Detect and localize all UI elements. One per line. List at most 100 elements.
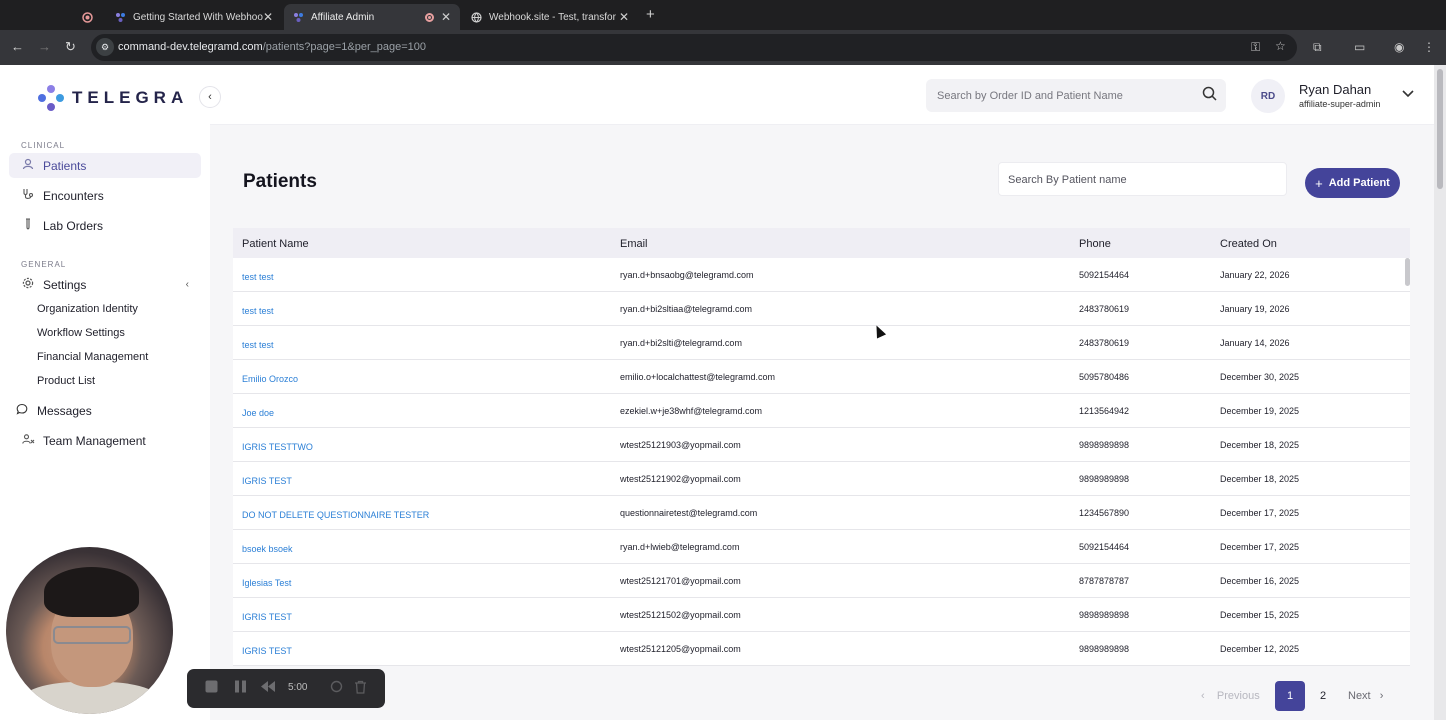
reload-icon[interactable]: ↻ [65, 39, 76, 55]
patient-name-link[interactable]: Iglesias Test [242, 578, 291, 588]
page-scrollbar[interactable] [1434, 65, 1446, 720]
patient-phone: 9898989898 [1079, 474, 1130, 484]
patient-email: wtest25121205@yopmail.com [620, 644, 741, 654]
url-host: command-dev.telegramd.com [118, 41, 263, 53]
page-2-button[interactable]: 2 [1308, 681, 1338, 711]
column-header-patient-name[interactable]: Patient Name [242, 238, 309, 250]
sidebar-item-team-management[interactable]: Team Management [9, 428, 201, 453]
previous-page-button[interactable]: ‹ Previous [1201, 690, 1260, 702]
table-row[interactable]: Joe doe ezekiel.w+je38whf@telegramd.com 12… [233, 394, 1410, 428]
restart-icon[interactable] [330, 680, 343, 696]
close-tab-icon[interactable]: ✕ [441, 10, 451, 24]
column-header-phone[interactable]: Phone [1079, 238, 1111, 250]
sidebar-item-settings[interactable]: Settings ‹ [9, 272, 201, 297]
table-row[interactable]: test test ryan.d+bi2sltiaa@telegramd.com 2… [233, 292, 1410, 326]
table-row[interactable]: test test ryan.d+bi2slti@telegramd.com 248… [233, 326, 1410, 360]
url-path: /patients?page=1&per_page=100 [262, 41, 427, 53]
page-1-button[interactable]: 1 [1275, 681, 1305, 711]
avatar[interactable]: RD [1251, 79, 1285, 113]
patient-name-link[interactable]: test test [242, 272, 274, 282]
browser-tab-webhook-site[interactable]: Webhook.site - Test, transfor ✕ [462, 4, 638, 30]
search-icon[interactable] [1202, 86, 1217, 104]
table-row[interactable]: Iglesias Test wtest25121701@yopmail.com 87… [233, 564, 1410, 598]
sidebar-collapse-button[interactable]: ‹ [199, 86, 221, 108]
add-patient-button[interactable]: + Add Patient [1305, 168, 1400, 198]
sidebar-item-lab-orders[interactable]: Lab Orders [9, 213, 201, 238]
column-header-created-on[interactable]: Created On [1220, 238, 1277, 250]
patient-created-on: December 17, 2025 [1220, 508, 1300, 518]
patient-phone: 2483780619 [1079, 304, 1130, 314]
patient-phone: 9898989898 [1079, 440, 1130, 450]
table-row[interactable]: bsoek bsoek ryan.d+lwieb@telegramd.com 509… [233, 530, 1410, 564]
patient-created-on: December 16, 2025 [1220, 576, 1300, 586]
new-tab-icon[interactable]: + [646, 6, 655, 23]
patient-name-link[interactable]: test test [242, 340, 274, 350]
patient-name-link[interactable]: bsoek bsoek [242, 544, 293, 554]
browser-menu-icon[interactable]: ⋮ [1423, 40, 1435, 54]
close-tab-icon[interactable]: ✕ [619, 10, 629, 24]
patient-name-link[interactable]: IGRIS TEST [242, 612, 292, 622]
table-row[interactable]: DO NOT DELETE QUESTIONNAIRE TESTER questi… [233, 496, 1410, 530]
patient-created-on: January 19, 2026 [1220, 304, 1290, 314]
chevron-left-icon[interactable]: ‹ [186, 279, 189, 290]
table-row[interactable]: IGRIS TEST wtest25121502@yopmail.com 98989… [233, 598, 1410, 632]
table-row[interactable]: Emilio Orozco emilio.o+localchattest@tele… [233, 360, 1410, 394]
team-icon [21, 433, 35, 448]
next-page-button[interactable]: Next › [1348, 690, 1383, 702]
extensions-icon[interactable]: ⧉ [1313, 40, 1322, 55]
password-key-icon[interactable]: ⚿ [1251, 40, 1260, 55]
stop-icon[interactable] [205, 680, 218, 696]
sidebar-subitem-financial-management[interactable]: Financial Management [37, 351, 148, 363]
trash-icon[interactable] [354, 680, 367, 697]
patient-name-link[interactable]: IGRIS TEST [242, 476, 292, 486]
pause-icon[interactable] [234, 680, 247, 696]
rewind-icon[interactable] [260, 680, 276, 696]
bookmark-star-icon[interactable]: ☆ [1275, 39, 1286, 53]
webcam-overlay [6, 547, 173, 714]
sidebar-item-messages[interactable]: Messages [3, 398, 195, 423]
patient-phone: 1234567890 [1079, 508, 1130, 518]
patient-phone: 5092154464 [1079, 542, 1130, 552]
brand-logo[interactable]: TELEGRA [38, 85, 188, 111]
patient-email: wtest25121502@yopmail.com [620, 610, 741, 620]
patient-email: ryan.d+bnsaobg@telegramd.com [620, 270, 754, 280]
sidebar-subitem-product-list[interactable]: Product List [37, 375, 95, 387]
table-row[interactable]: IGRIS TEST wtest25121902@yopmail.com 98989… [233, 462, 1410, 496]
table-row[interactable]: IGRIS TEST wtest25121205@yopmail.com 98989… [233, 632, 1410, 666]
browser-tab-recording[interactable] [74, 4, 104, 30]
forward-arrow-icon[interactable]: → [38, 39, 51, 54]
patient-created-on: December 12, 2025 [1220, 644, 1300, 654]
sidebar-item-encounters[interactable]: Encounters [9, 183, 201, 208]
previous-label: Previous [1216, 690, 1260, 702]
patient-email: wtest25121903@yopmail.com [620, 440, 741, 450]
scrollbar-thumb[interactable] [1437, 69, 1443, 189]
sidebar-subitem-organization-identity[interactable]: Organization Identity [37, 303, 138, 315]
back-arrow-icon[interactable]: ← [11, 39, 24, 54]
telegra-logo-icon [38, 85, 64, 111]
profile-icon[interactable]: ◉ [1394, 40, 1404, 54]
close-tab-icon[interactable]: ✕ [263, 10, 273, 24]
patient-name-link[interactable]: test test [242, 306, 274, 316]
patient-name-link[interactable]: DO NOT DELETE QUESTIONNAIRE TESTER [242, 510, 429, 520]
patient-search-input[interactable]: Search By Patient name [998, 162, 1287, 196]
browser-tab-affiliate-admin[interactable]: Affiliate Admin ✕ [284, 4, 460, 30]
telegra-favicon [292, 11, 304, 23]
patient-name-link[interactable]: Emilio Orozco [242, 374, 298, 384]
patient-email: ezekiel.w+je38whf@telegramd.com [620, 406, 762, 416]
url-bar[interactable]: ⚙ command-dev.telegramd.com/patients?pag… [91, 34, 1297, 61]
sidebar-subitem-workflow-settings[interactable]: Workflow Settings [37, 327, 125, 339]
column-header-email[interactable]: Email [620, 238, 648, 250]
table-row[interactable]: IGRIS TESTTWO wtest25121903@yopmail.com 98… [233, 428, 1410, 462]
table-scrollbar[interactable] [1405, 258, 1410, 286]
patient-name-link[interactable]: IGRIS TESTTWO [242, 442, 313, 452]
browser-tab-webhooks[interactable]: Getting Started With Webhoo ✕ [106, 4, 282, 30]
site-info-icon[interactable]: ⚙ [96, 38, 114, 56]
patient-name-link[interactable]: Joe doe [242, 408, 274, 418]
patient-name-link[interactable]: IGRIS TEST [242, 646, 292, 656]
table-row[interactable]: test test ryan.d+bnsaobg@telegramd.com 509… [233, 258, 1410, 292]
global-search-input[interactable]: Search by Order ID and Patient Name [926, 79, 1226, 112]
patient-created-on: December 18, 2025 [1220, 440, 1300, 450]
chevron-down-icon[interactable] [1402, 87, 1414, 101]
sidebar-item-patients[interactable]: Patients [9, 153, 201, 178]
side-panel-icon[interactable]: ▭ [1354, 40, 1365, 54]
